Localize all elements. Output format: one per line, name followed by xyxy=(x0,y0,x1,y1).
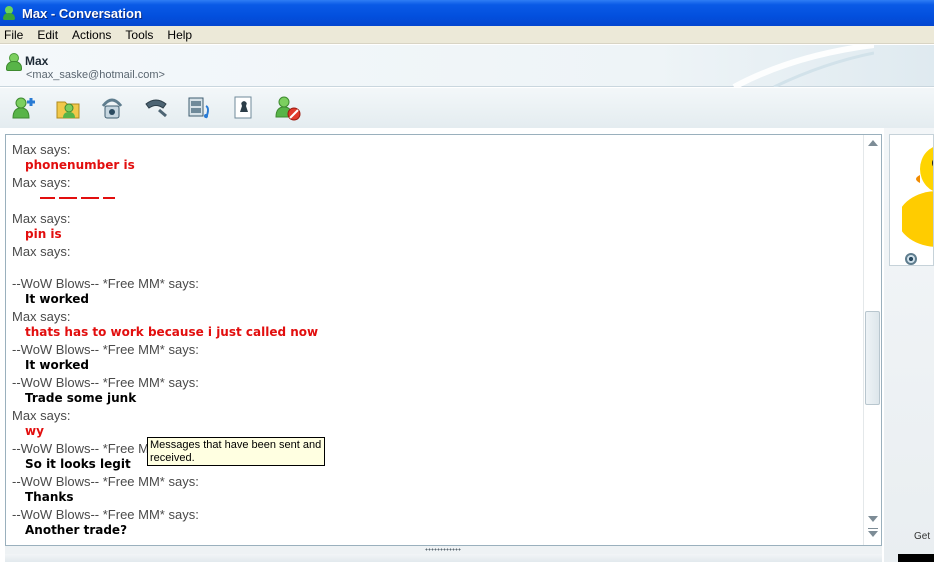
message-sender: Max says: xyxy=(12,142,71,157)
message-text: pin is xyxy=(25,227,62,241)
message-text: Thanks xyxy=(25,490,74,504)
message-sender: --WoW Blows-- *Free MM* says: xyxy=(12,507,199,522)
message: --WoW Blows-- *Free MM* says: Trade some… xyxy=(12,375,864,406)
message-sender: Max says: xyxy=(12,211,71,226)
message-text: Another trade? xyxy=(25,523,128,537)
menu-file[interactable]: File xyxy=(4,28,23,42)
scrollbar-thumb[interactable] xyxy=(865,311,880,405)
message-text-redacted xyxy=(12,191,864,199)
message: --WoW Blows-- *Free MM* says: So it look… xyxy=(12,441,864,472)
games-icon[interactable] xyxy=(230,94,258,122)
message-sender: --WoW Blows-- *Free MM* says: xyxy=(12,474,199,489)
contact-display-picture[interactable] xyxy=(889,134,934,266)
webcam-status-icon[interactable] xyxy=(905,253,917,265)
scroll-down-arrow-icon[interactable] xyxy=(868,516,878,522)
menu-actions[interactable]: Actions xyxy=(72,28,111,42)
message: --WoW Blows-- *Free MM* says: Another tr… xyxy=(12,507,864,538)
message: Max says: phonenumber is xyxy=(12,142,864,173)
message-text: It worked xyxy=(25,292,90,306)
message-text: Trade some junk xyxy=(25,391,137,405)
message: --WoW Blows-- *Free MM* says: Thanks xyxy=(12,474,864,505)
history-tooltip: Messages that have been sent and receive… xyxy=(147,437,325,466)
message: Max says: thats has to work because i ju… xyxy=(12,309,864,340)
message-sender: --WoW Blows-- *Free MM* says: xyxy=(12,276,199,291)
message: --WoW Blows-- *Free MM* says: It worked xyxy=(12,276,864,307)
message-text: thats has to work because i just called … xyxy=(25,325,319,339)
message-sender: --WoW Blows-- *Free MM* says: xyxy=(12,441,199,456)
message-text: wy xyxy=(25,424,44,438)
message-sender: Max says: xyxy=(12,408,71,423)
menu-bar: File Edit Actions Tools Help xyxy=(0,26,934,44)
redacted-text-fragment xyxy=(40,197,115,199)
toolbar xyxy=(0,88,934,128)
conversation-history-pane[interactable]: Max says: phonenumber is Max says: Max s… xyxy=(5,134,882,546)
display-picture-pane: Get xyxy=(884,128,934,562)
compose-toolbar-strip xyxy=(5,554,882,562)
message: Max says: pin is xyxy=(12,211,864,242)
webcam-icon[interactable] xyxy=(98,94,126,122)
get-link-text[interactable]: Get xyxy=(914,531,930,542)
block-contact-icon[interactable] xyxy=(274,94,302,122)
scroll-to-bottom-icon[interactable] xyxy=(868,528,878,537)
message-sender: Max says: xyxy=(12,175,71,190)
title-bar[interactable]: Max - Conversation xyxy=(0,0,934,26)
message-sender: Max says: xyxy=(12,244,71,259)
message-text-redacted xyxy=(12,260,864,266)
message-text: It worked xyxy=(25,358,90,372)
message-list: Max says: phonenumber is Max says: Max s… xyxy=(6,135,864,545)
message-sender: Max says: xyxy=(12,309,71,324)
contact-name[interactable]: Max xyxy=(25,54,48,68)
message: Max says: xyxy=(12,175,864,199)
contact-status-icon xyxy=(5,53,22,71)
menu-edit[interactable]: Edit xyxy=(37,28,58,42)
message: --WoW Blows-- *Free MM* says: It worked xyxy=(12,342,864,373)
message: Max says: wy xyxy=(12,408,864,439)
message: Max says: xyxy=(12,244,864,266)
splitter-grip-icon[interactable] xyxy=(425,548,461,551)
window-title: Max - Conversation xyxy=(22,5,142,21)
contact-header: Max <max_saske@hotmail.com> xyxy=(0,45,934,87)
pane-splitter[interactable] xyxy=(5,546,882,554)
send-files-icon[interactable] xyxy=(54,94,82,122)
menu-help[interactable]: Help xyxy=(167,28,192,42)
ad-banner[interactable] xyxy=(898,554,934,562)
video-clip-icon[interactable] xyxy=(186,94,214,122)
message-text: phonenumber is xyxy=(25,158,135,172)
invite-contact-icon[interactable] xyxy=(10,94,38,122)
message-sender: --WoW Blows-- *Free MM* says: xyxy=(12,342,199,357)
conversation-scrollbar[interactable] xyxy=(863,135,881,545)
rubber-duck-picture xyxy=(902,147,933,247)
scroll-up-arrow-icon[interactable] xyxy=(868,140,878,146)
menu-tools[interactable]: Tools xyxy=(125,28,153,42)
voice-call-icon[interactable] xyxy=(142,94,170,122)
message-text: So it looks legit xyxy=(25,457,131,471)
contact-email: <max_saske@hotmail.com> xyxy=(26,69,165,81)
header-swoosh-decoration xyxy=(732,45,874,87)
message-sender: --WoW Blows-- *Free MM* says: xyxy=(12,375,199,390)
messenger-buddy-icon xyxy=(2,5,18,21)
